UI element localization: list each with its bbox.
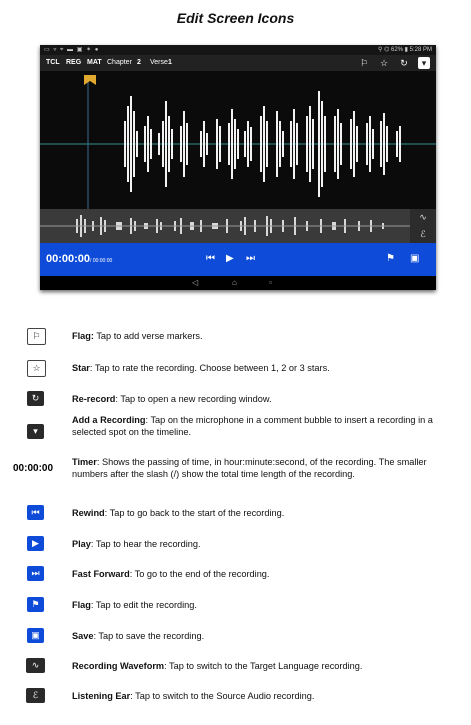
fast-forward-button[interactable]: ⏭ <box>246 253 255 264</box>
legend-desc: Play: Tap to hear the recording. <box>72 539 201 549</box>
waveform-graphic <box>40 75 436 209</box>
app-screenshot: ▭ ▿ ⌖ ▬ ▣ ✶ ● ⚲ ⌬ 62% ▮ 5:28 PM TCL REG … <box>40 45 436 290</box>
timeline-waveform[interactable] <box>40 209 410 243</box>
legend-desc: Flag: Tap to add verse markers. <box>72 331 203 341</box>
timer-icon: 00:00:00 <box>13 463 54 474</box>
legend-desc: Save: Tap to save the recording. <box>72 631 205 641</box>
legend-desc: Listening Ear: Tap to switch to the Sour… <box>72 691 315 701</box>
star-icon[interactable]: ☆ <box>378 57 390 69</box>
rewind-button[interactable]: ⏮ <box>206 253 215 264</box>
rewind-icon: ⏮ <box>27 505 44 520</box>
status-bar: ▭ ▿ ⌖ ▬ ▣ ✶ ● ⚲ ⌬ 62% ▮ 5:28 PM <box>40 45 436 55</box>
add-recording-icon[interactable]: ▾ <box>418 57 430 69</box>
flag-icon: ⚐ <box>27 328 46 345</box>
status-icons-right: ⚲ ⌬ 62% ▮ 5:28 PM <box>378 47 432 53</box>
legend-desc: Flag: Tap to edit the recording. <box>72 600 197 610</box>
recent-apps-icon[interactable]: ▫ <box>269 278 272 287</box>
listening-ear-button[interactable]: ℰ <box>410 226 436 243</box>
status-icons-left: ▭ ▿ ⌖ ▬ ▣ ✶ ● <box>44 47 100 53</box>
legend-desc: Recording Waveform: Tap to switch to the… <box>72 661 363 671</box>
save-button[interactable]: ▣ <box>410 253 419 264</box>
waveform-icon: ∿ <box>26 658 45 673</box>
play-button[interactable]: ▶ <box>226 253 234 264</box>
mat-label[interactable]: MAT <box>87 59 102 66</box>
legend-desc: Rewind: Tap to go back to the start of t… <box>72 508 285 518</box>
back-icon[interactable]: ◁ <box>192 278 198 287</box>
recording-waveform-button[interactable]: ∿ <box>410 209 436 226</box>
ear-icon: ℰ <box>26 688 45 703</box>
add-recording-icon: ▾ <box>27 424 44 439</box>
timer-display: 00:00:00/ 00:00:00 <box>46 253 112 265</box>
timer-total: / 00:00:00 <box>90 258 113 264</box>
playback-controls: 00:00:00/ 00:00:00 ⏮ ▶ ⏭ ⚑ ▣ <box>40 243 436 276</box>
star-icon: ☆ <box>27 360 46 377</box>
flag-edit-icon: ⚑ <box>27 597 44 612</box>
page-title: Edit Screen Icons <box>176 10 295 26</box>
save-icon: ▣ <box>27 628 44 643</box>
home-icon[interactable]: ⌂ <box>232 278 237 287</box>
legend-desc: Fast Forward: To go to the end of the re… <box>72 569 270 579</box>
app-toolbar: TCL REG MAT Chapter 2 Verse 1 ⚐ ☆ ↻ ▾ <box>40 55 436 71</box>
flag-icon[interactable]: ⚐ <box>358 57 370 69</box>
play-icon: ▶ <box>27 536 44 551</box>
timeline-graphic <box>40 215 410 237</box>
flag-edit-button[interactable]: ⚑ <box>386 253 395 264</box>
verse-value: 1 <box>168 59 172 66</box>
rerecord-icon[interactable]: ↻ <box>398 57 410 69</box>
chapter-label: Chapter <box>107 59 132 66</box>
android-nav-bar: ◁ ⌂ ▫ <box>40 276 436 290</box>
main-waveform[interactable] <box>40 71 436 209</box>
tcl-label[interactable]: TCL <box>46 59 60 66</box>
rerecord-icon: ↻ <box>27 391 44 406</box>
legend-desc: Add a Recording: Tap on the microphone i… <box>72 415 433 437</box>
verse-label: Verse <box>150 59 168 66</box>
timer-current: 00:00:00 <box>46 253 91 265</box>
legend-desc: Timer: Shows the passing of time, in hou… <box>72 457 427 479</box>
reg-label[interactable]: REG <box>66 59 81 66</box>
legend-desc: Star: Tap to rate the recording. Choose … <box>72 363 330 373</box>
chapter-value: 2 <box>137 59 141 66</box>
legend-desc: Re-record: Tap to open a new recording w… <box>72 394 272 404</box>
fast-forward-icon: ⏭ <box>27 566 44 581</box>
